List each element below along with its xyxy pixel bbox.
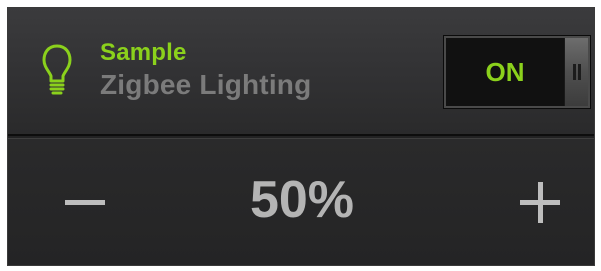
power-toggle[interactable]: ON [444, 36, 590, 108]
grip-line [573, 64, 576, 80]
decrease-brightness-button[interactable] [56, 173, 116, 233]
light-control-card: Sample Zigbee Lighting ON 50% [7, 7, 595, 266]
increase-brightness-button[interactable] [511, 173, 571, 233]
minus-icon [65, 200, 105, 205]
brightness-controls: 50% [8, 138, 594, 265]
device-name: Sample [100, 39, 187, 66]
grip-line [578, 64, 581, 80]
power-toggle-label: ON [485, 57, 525, 87]
device-header: Sample Zigbee Lighting ON [8, 8, 594, 136]
toggle-knob[interactable] [564, 38, 588, 106]
plus-icon-vertical [538, 182, 543, 223]
brightness-level: 50% [249, 171, 355, 229]
device-type: Zigbee Lighting [100, 69, 312, 100]
lightbulb-icon [42, 44, 72, 95]
